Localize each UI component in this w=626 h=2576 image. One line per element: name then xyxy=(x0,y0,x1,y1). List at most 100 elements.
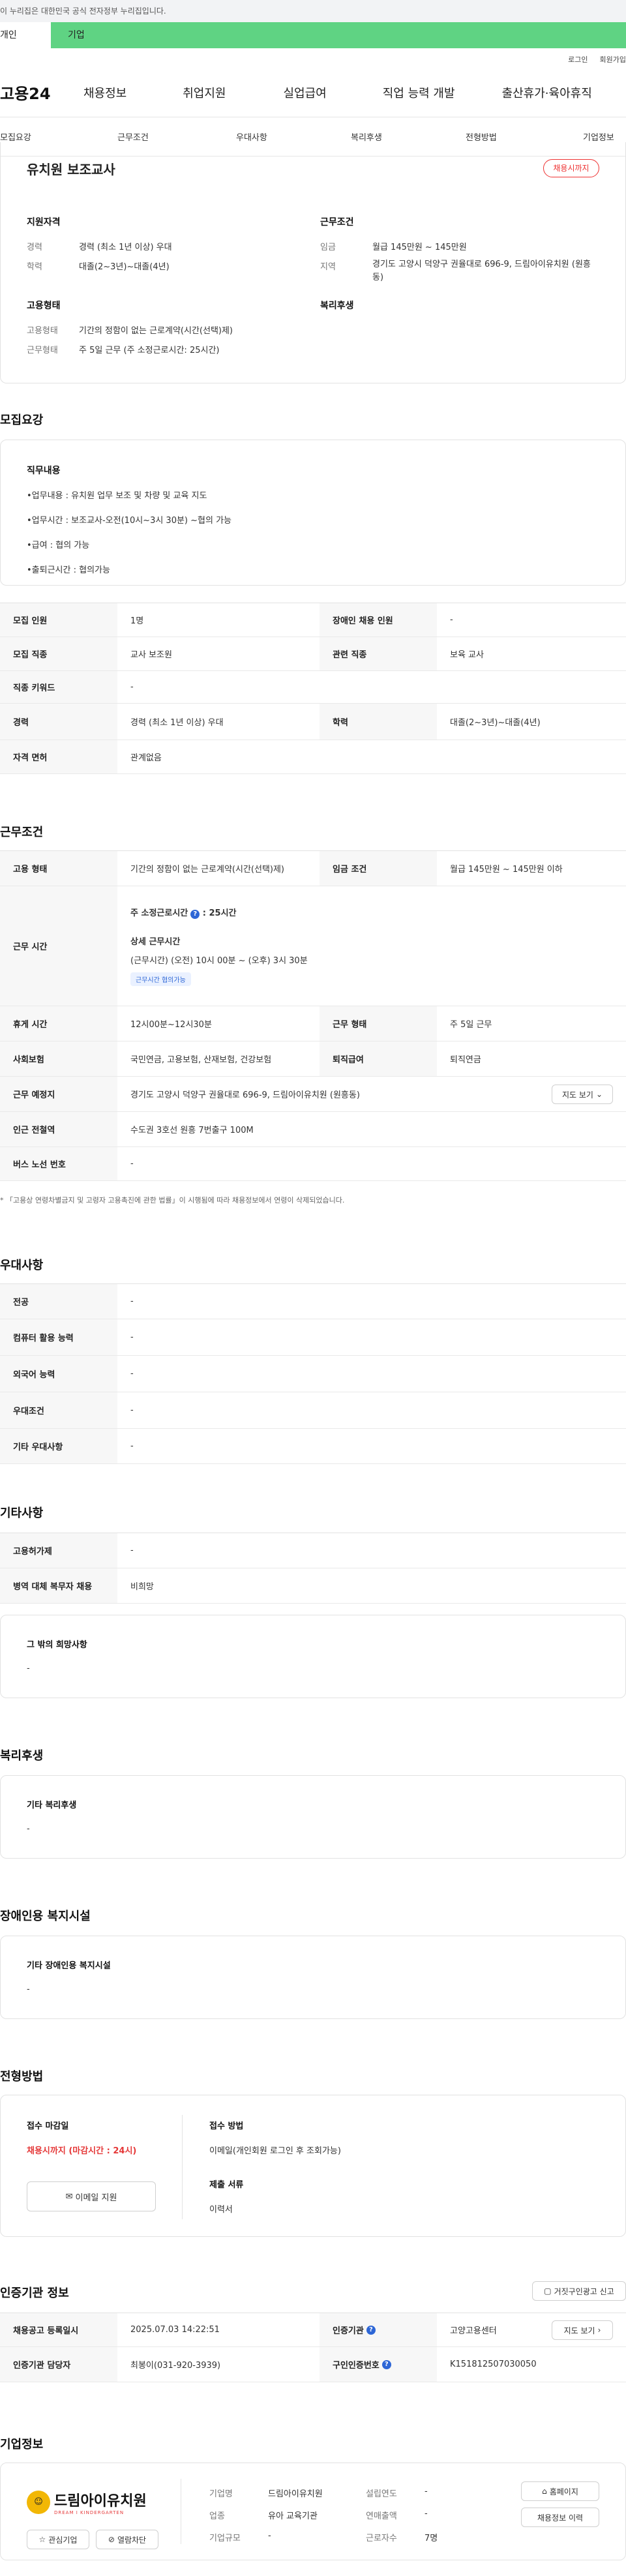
table-cell: - xyxy=(130,1441,134,1451)
report-button[interactable]: ▢ 거짓구인광고 신고 xyxy=(532,2281,626,2301)
conditions-heading: 근무조건 xyxy=(0,826,44,839)
site-logo[interactable]: 고용24 xyxy=(0,81,78,104)
field-label: 설립연도 xyxy=(366,2489,397,2499)
agency-map-button[interactable]: 지도 보기 › xyxy=(552,2320,613,2340)
table-row: 근무 시간 주 소정근로시간? : 25시간 상세 근무시간 (근무시간) (오… xyxy=(0,886,626,1006)
disabled-heading: 장애인용 복지시설 xyxy=(0,1910,91,1923)
table-header-cell: 근무 형태 xyxy=(320,1006,437,1041)
table-cell: 보육 교사 xyxy=(450,650,484,660)
wage-label: 임금 xyxy=(320,243,336,252)
disabled-card: 기타 장애인용 복지시설 - xyxy=(0,1936,626,2019)
work-hours-cell: 주 소정근로시간? : 25시간 상세 근무시간 (근무시간) (오전) 10시… xyxy=(117,886,321,1006)
table-row: 사회보험 국민연금, 고용보험, 산재보험, 건강보험 퇴직급여 퇴직연금 xyxy=(0,1041,626,1077)
table-cell: 월급 145만원 ~ 145만원 이하 xyxy=(450,865,563,875)
detail-hours-title: 상세 근무시간 xyxy=(130,937,181,947)
table-cell: 경력 (최소 1년 이상) 우대 xyxy=(130,718,224,728)
welfare-card: 기타 복리후생 - xyxy=(0,1775,626,1859)
table-header-cell: 퇴직급여 xyxy=(320,1041,437,1076)
career-label: 경력 xyxy=(27,243,42,252)
email-apply-button[interactable]: ✉ 이메일 지원 xyxy=(27,2181,156,2211)
table-cell: 고양고용센터 xyxy=(450,2326,497,2336)
table-cell: K151812507030050 xyxy=(450,2359,537,2369)
duty-line: •출퇴근시간 : 협의가능 xyxy=(27,565,110,575)
table-header-cell: 인증기관? xyxy=(320,2313,437,2346)
preference-heading: 우대사항 xyxy=(0,1259,44,1272)
help-icon[interactable]: ? xyxy=(190,910,200,919)
table-cell: 국민연금, 고용보험, 산재보험, 건강보험 xyxy=(130,1055,272,1065)
table-header-cell: 모집 인원 xyxy=(0,603,117,637)
table-header-cell: 근무 예정지 xyxy=(0,1077,117,1111)
snb-item-process[interactable]: 전형방법 xyxy=(466,130,583,143)
home-icon: ⌂ xyxy=(542,2487,547,2496)
deadline-label: 접수 마감일 xyxy=(27,2121,69,2131)
table-cell: 수도권 3호선 원흥 7번출구 100M xyxy=(130,1126,254,1135)
conditions-table: 고용 형태 기간의 정함이 없는 근로계약(시간(선택)제) 임금 조건 월급 … xyxy=(0,850,626,1181)
docs-label: 제출 서류 xyxy=(209,2180,244,2190)
qual-title: 지원자격 xyxy=(27,217,61,228)
table-row: 모집 인원 1명 장애인 채용 인원 - xyxy=(0,603,626,637)
help-icon[interactable]: ? xyxy=(381,2359,391,2369)
table-row: 고용허가제 - xyxy=(0,1533,626,1568)
location-value: 경기도 고양시 덕양구 권율대로 696-9, 드림아이유치원 (원흥동) xyxy=(372,260,591,282)
table-header-cell: 버스 노선 번호 xyxy=(0,1147,117,1180)
snb-item-recruit[interactable]: 모집요강 xyxy=(0,130,117,143)
weekly-hours-value: : 25시간 xyxy=(202,908,237,918)
table-header-cell: 기타 우대사항 xyxy=(0,1429,117,1463)
field-label: 기업규모 xyxy=(209,2534,241,2543)
table-header-cell: 컴퓨터 활용 능력 xyxy=(0,1319,117,1355)
table-cell: - xyxy=(130,1369,134,1379)
gnb-item-leave[interactable]: 출산휴가·육아휴직 xyxy=(502,84,592,101)
map-button-label: 지도 보기 xyxy=(561,1090,593,1100)
table-header-cell: 고용 형태 xyxy=(0,851,117,886)
snb-item-preference[interactable]: 우대사항 xyxy=(236,130,351,143)
gnb-item-jobs[interactable]: 채용정보 xyxy=(83,84,127,101)
table-cell: 퇴직연금 xyxy=(450,1055,481,1065)
favorite-label: 관심기업 xyxy=(48,2535,78,2545)
chevron-right-icon: › xyxy=(597,2326,601,2335)
gnb-item-training[interactable]: 직업 능력 개발 xyxy=(383,84,455,101)
snb-item-company[interactable]: 기업정보 xyxy=(583,130,614,143)
table-cell: 비희망 xyxy=(130,1582,154,1592)
snb-item-conditions[interactable]: 근무조건 xyxy=(117,130,236,143)
table-cell: - xyxy=(450,615,453,625)
logo-name: 드림아이유치원 xyxy=(54,2493,147,2509)
block-view-button[interactable]: ⊘ 열람차단 xyxy=(96,2530,158,2549)
table-header-cell: 인증기관 담당자 xyxy=(0,2347,117,2382)
recruit-heading: 모집요강 xyxy=(0,413,44,427)
welfare-box-value: - xyxy=(27,1824,30,1834)
agency-map-label: 지도 보기 xyxy=(563,2326,595,2335)
weekly-hours: 주 소정근로시간? : 25시간 xyxy=(130,906,237,919)
field-label: 업종 xyxy=(209,2511,225,2521)
table-header-cell: 사회보험 xyxy=(0,1041,117,1076)
favorite-company-button[interactable]: ☆ 관심기업 xyxy=(27,2530,89,2549)
logo-text: 드림아이유치원 DREAM I KINDERGARTEN xyxy=(54,2489,147,2515)
table-header-cell: 외국어 능력 xyxy=(0,1356,117,1392)
snb-item-welfare[interactable]: 복리후생 xyxy=(351,130,466,143)
recruit-table: 모집 인원 1명 장애인 채용 인원 - 모집 직종 교사 보조원 관련 직종 … xyxy=(0,603,626,774)
table-cell: 최봉이(031-920-3939) xyxy=(130,2361,221,2371)
field-value: - xyxy=(425,2487,428,2496)
table-header-cell: 구인인증번호? xyxy=(320,2347,437,2382)
gnb-item-benefits[interactable]: 실업급여 xyxy=(284,84,327,101)
tab-company[interactable]: 기업 xyxy=(51,22,626,48)
signup-link[interactable]: 회원가입 xyxy=(600,48,626,68)
gnb-item-employment[interactable]: 취업지원 xyxy=(183,84,226,101)
field-label: 근로자수 xyxy=(366,2534,397,2543)
age-notice: * 「고용상 연령차별금지 및 고령자 고용촉진에 관한 법률」이 시행됨에 따… xyxy=(0,1196,345,1205)
table-cell: 1명 xyxy=(130,616,144,626)
login-link[interactable]: 로그인 xyxy=(568,48,588,68)
table-row: 인근 전철역 수도권 3호선 원흥 7번출구 100M xyxy=(0,1112,626,1147)
mail-icon: ✉ xyxy=(65,2191,73,2202)
field-value: - xyxy=(268,2531,271,2541)
tab-personal[interactable]: 개인 xyxy=(0,22,51,48)
help-icon[interactable]: ? xyxy=(366,2325,376,2335)
logo-subtitle: DREAM I KINDERGARTEN xyxy=(54,2510,125,2515)
job-title: 유치원 보조교사 xyxy=(27,162,115,177)
history-button[interactable]: 채용정보 이력 xyxy=(521,2508,599,2527)
table-row: 인증기관 담당자 최봉이(031-920-3939) 구인인증번호? K1518… xyxy=(0,2347,626,2382)
map-button[interactable]: 지도 보기 ⌄ xyxy=(552,1085,613,1104)
age-notice-text: 「고용상 연령차별금지 및 고령자 고용촉진에 관한 법률」이 시행됨에 따라 … xyxy=(6,1196,345,1205)
homepage-button[interactable]: ⌂ 홈페이지 xyxy=(521,2481,599,2501)
field-label: 연매출액 xyxy=(366,2511,397,2521)
table-cell: 경기도 고양시 덕양구 권율대로 696-9, 드림아이유치원 (원흥동) xyxy=(130,1090,360,1100)
